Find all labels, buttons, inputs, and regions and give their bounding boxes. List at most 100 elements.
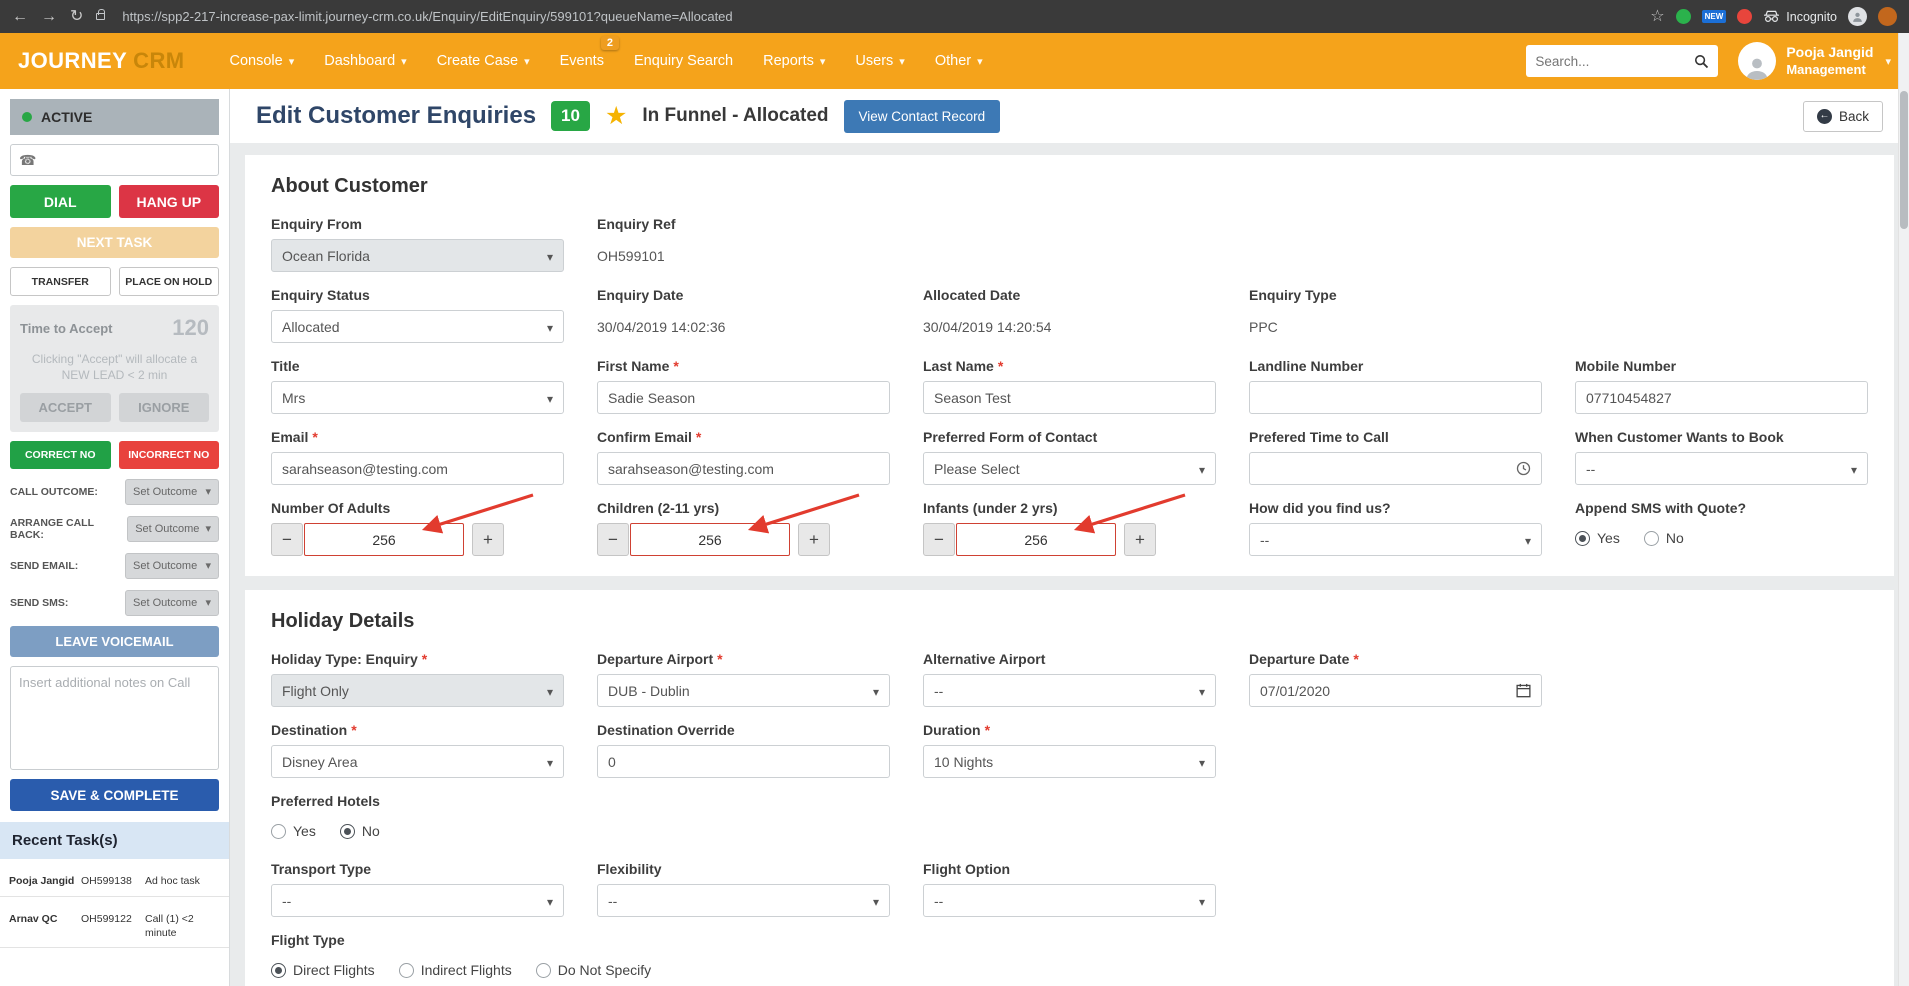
accept-button[interactable]: ACCEPT	[20, 393, 111, 423]
browser-profile-icon[interactable]	[1848, 7, 1867, 26]
page-scrollbar[interactable]	[1898, 33, 1909, 986]
leave-voicemail-button[interactable]: LEAVE VOICEMAIL	[10, 626, 219, 658]
adults-plus-button[interactable]: +	[472, 523, 504, 556]
task-row[interactable]: Pooja Jangid OH599138 Ad hoc task	[0, 868, 229, 898]
flight-type-direct-radio[interactable]: Direct Flights	[271, 962, 375, 978]
adults-input[interactable]	[304, 523, 464, 556]
mobile-input[interactable]	[1575, 381, 1868, 414]
correct-no-button[interactable]: CORRECT NO	[10, 441, 111, 470]
nav-item-events[interactable]: Events 2	[545, 33, 619, 89]
sms-quote-no-radio[interactable]: No	[1643, 530, 1684, 546]
landline-input[interactable]	[1249, 381, 1542, 414]
hang-up-button[interactable]: HANG UP	[118, 185, 219, 218]
infants-minus-button[interactable]: −	[923, 523, 955, 556]
search-icon[interactable]	[1694, 54, 1709, 69]
preferred-hotels-no-radio[interactable]: No	[339, 823, 380, 839]
call-outcome-row: CALL OUTCOME: Set Outcome	[10, 479, 219, 506]
search-input[interactable]	[1535, 53, 1689, 69]
flight-option-select[interactable]: --	[923, 884, 1216, 917]
enquiry-from-select[interactable]: Ocean Florida	[271, 239, 564, 272]
user-menu[interactable]: Pooja Jangid Management	[1738, 42, 1891, 80]
clock-icon[interactable]	[1516, 461, 1531, 476]
first-name-input[interactable]	[597, 381, 890, 414]
last-name-field: Last Name *	[923, 358, 1216, 414]
children-input[interactable]	[630, 523, 790, 556]
journey-crm-logo[interactable]: JOURNEY CRM	[18, 48, 184, 74]
incorrect-no-button[interactable]: INCORRECT NO	[118, 441, 219, 470]
infants-plus-button[interactable]: +	[1124, 523, 1156, 556]
find-us-select[interactable]: --	[1249, 523, 1542, 556]
title-select[interactable]: Mrs	[271, 381, 564, 414]
dial-button[interactable]: DIAL	[10, 185, 111, 218]
browser-back-icon[interactable]: ←	[12, 8, 28, 25]
children-stepper: − +	[597, 493, 890, 556]
transport-type-select[interactable]: --	[271, 884, 564, 917]
destination-override-input[interactable]	[597, 745, 890, 778]
nav-item-create-case[interactable]: Create Case	[422, 33, 545, 89]
preferred-hotels-yes-radio[interactable]: Yes	[271, 823, 316, 839]
browser-refresh-icon[interactable]: ↻	[70, 8, 83, 25]
flight-type-indirect-radio[interactable]: Indirect Flights	[398, 962, 512, 978]
adults-minus-button[interactable]: −	[271, 523, 303, 556]
last-name-input[interactable]	[923, 381, 1216, 414]
departure-airport-select[interactable]: DUB - Dublin	[597, 674, 890, 707]
enquiry-status-select[interactable]: Allocated	[271, 310, 564, 343]
grammarly-extension-icon[interactable]	[1675, 9, 1691, 24]
children-plus-button[interactable]: +	[798, 523, 830, 556]
send-email-select[interactable]: Set Outcome	[125, 553, 219, 580]
holiday-type-select[interactable]: Flight Only	[271, 674, 564, 707]
transfer-button[interactable]: TRANSFER	[10, 267, 111, 296]
adults-stepper: − +	[271, 493, 564, 556]
view-contact-record-button[interactable]: View Contact Record	[843, 99, 1001, 133]
call-notes-textarea[interactable]	[10, 666, 219, 771]
chevron-down-icon	[1885, 52, 1891, 70]
nav-item-reports[interactable]: Reports	[748, 33, 840, 89]
duration-select[interactable]: 10 Nights	[923, 745, 1216, 778]
calendar-icon[interactable]	[1516, 683, 1531, 698]
email-input[interactable]	[271, 452, 564, 485]
mobile-label: Mobile Number	[1575, 358, 1677, 374]
nav-item-users[interactable]: Users	[840, 33, 919, 89]
alternative-airport-select[interactable]: --	[923, 674, 1216, 707]
browser-account-icon[interactable]	[1878, 7, 1897, 26]
flight-type-dns-radio[interactable]: Do Not Specify	[535, 962, 651, 978]
chevron-down-icon	[289, 53, 295, 69]
adblock-extension-icon[interactable]	[1737, 9, 1753, 24]
phone-number-input[interactable]	[42, 152, 210, 168]
call-outcome-select[interactable]: Set Outcome	[125, 479, 219, 506]
departure-date-input[interactable]: 07/01/2020	[1249, 674, 1542, 707]
bookmark-star-icon[interactable]: ☆	[1650, 8, 1664, 25]
infants-input[interactable]	[956, 523, 1116, 556]
chevron-down-icon	[547, 893, 553, 909]
preferred-time-input[interactable]	[1249, 452, 1542, 485]
nav-item-console[interactable]: Console	[214, 33, 309, 89]
next-task-button[interactable]: NEXT TASK	[10, 227, 219, 258]
infants-label: Infants (under 2 yrs)	[923, 500, 1058, 516]
children-minus-button[interactable]: −	[597, 523, 629, 556]
browser-forward-icon[interactable]: →	[41, 8, 57, 25]
nav-item-enquiry-search[interactable]: Enquiry Search	[619, 33, 748, 89]
place-on-hold-button[interactable]: PLACE ON HOLD	[118, 267, 219, 296]
accept-note: Clicking "Accept" will allocate a NEW LE…	[31, 352, 198, 383]
landline-label: Landline Number	[1249, 358, 1364, 374]
favourite-star-icon[interactable]	[605, 104, 627, 129]
destination-select[interactable]: Disney Area	[271, 745, 564, 778]
new-badge-extension-icon[interactable]: NEW	[1701, 10, 1727, 23]
flexibility-select[interactable]: --	[597, 884, 890, 917]
ignore-button[interactable]: IGNORE	[118, 393, 209, 423]
preferred-contact-select[interactable]: Please Select	[923, 452, 1216, 485]
arrange-callback-select[interactable]: Set Outcome	[127, 516, 219, 543]
nav-item-other[interactable]: Other	[920, 33, 998, 89]
book-when-select[interactable]: --	[1575, 452, 1868, 485]
back-button[interactable]: ← Back	[1802, 100, 1883, 132]
save-complete-button[interactable]: SAVE & COMPLETE	[10, 779, 219, 812]
nav-item-dashboard[interactable]: Dashboard	[309, 33, 421, 89]
confirm-email-input[interactable]	[597, 452, 890, 485]
send-sms-select[interactable]: Set Outcome	[125, 590, 219, 617]
chevron-down-icon	[401, 53, 407, 69]
radio-selected-icon	[1575, 530, 1590, 546]
sms-quote-yes-radio[interactable]: Yes	[1575, 530, 1620, 546]
url-text[interactable]: https://spp2-217-increase-pax-limit.jour…	[122, 9, 732, 24]
task-row[interactable]: Arnav QC OH599122 Call (1) <2 minute	[0, 906, 229, 949]
scrollbar-thumb[interactable]	[1900, 91, 1908, 229]
